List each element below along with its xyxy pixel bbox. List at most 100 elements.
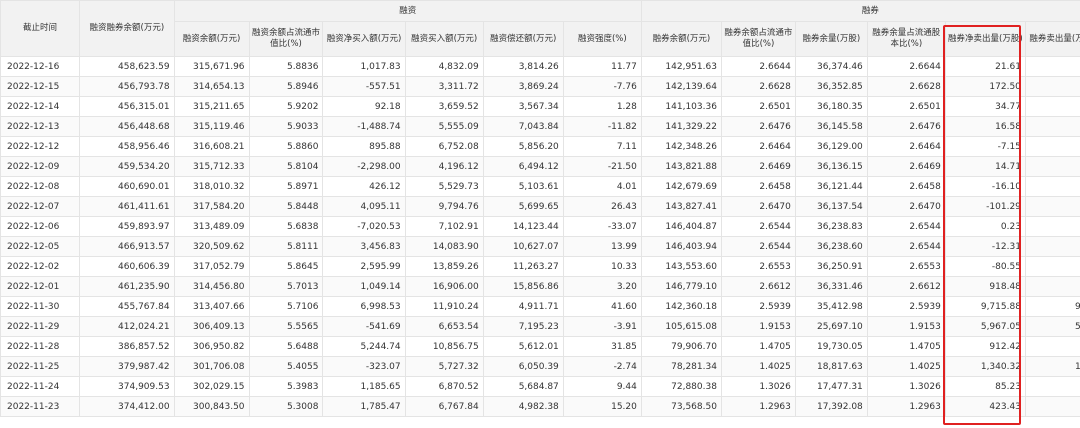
margin-trading-table: 截止时间 融资融券余额(万元) 融资 融券 融资余额(万元) 融资余额占流通市值比… bbox=[0, 0, 1080, 417]
date-cell: 2022-11-29 bbox=[0, 316, 81, 337]
value-cell: 1,049.14 bbox=[322, 276, 406, 297]
value-cell: 1.4025 bbox=[866, 356, 946, 377]
value-cell: 0.23 bbox=[944, 216, 1026, 237]
value-cell: -7,020.53 bbox=[322, 216, 406, 237]
column-header[interactable]: 融资净买入额(万元) bbox=[322, 21, 406, 57]
value-cell: 2.6476 bbox=[866, 116, 946, 137]
value-cell: 6,870.52 bbox=[404, 376, 484, 397]
value-cell: 1,185.65 bbox=[322, 376, 406, 397]
value-cell: 2.6544 bbox=[866, 216, 946, 237]
value-cell: 5.5565 bbox=[248, 316, 324, 337]
value-cell: 2.6464 bbox=[866, 136, 946, 157]
value-cell: 7,195.23 bbox=[482, 316, 564, 337]
value-cell: 2,595.99 bbox=[322, 256, 406, 277]
value-cell: 2.6612 bbox=[866, 276, 946, 297]
value-cell: 5.8448 bbox=[248, 196, 324, 217]
date-cell: 2022-12-06 bbox=[0, 216, 81, 237]
value-cell: 6,752.08 bbox=[404, 136, 484, 157]
column-header[interactable]: 融资买入额(万元) bbox=[404, 21, 484, 57]
value-cell: 5,99 bbox=[1024, 316, 1080, 337]
value-cell: 5,612.01 bbox=[482, 336, 564, 357]
value-cell: -7.15 bbox=[944, 136, 1026, 157]
value-cell: 36,250.91 bbox=[794, 256, 868, 277]
value-cell: 41.60 bbox=[562, 296, 642, 317]
value-cell: 3 bbox=[1024, 96, 1080, 117]
header-date[interactable]: 截止时间 bbox=[0, 0, 81, 57]
value-cell: 456,448.68 bbox=[79, 116, 175, 137]
value-cell: 456,793.78 bbox=[79, 76, 175, 97]
value-cell: 315,671.96 bbox=[173, 56, 250, 77]
value-cell: 14,123.44 bbox=[482, 216, 564, 237]
value-cell: 36,374.46 bbox=[794, 56, 868, 77]
value-cell: 313,489.09 bbox=[173, 216, 250, 237]
column-header[interactable]: 融券余量(万股) bbox=[794, 21, 868, 57]
value-cell: 5.7106 bbox=[248, 296, 324, 317]
value-cell: 314,654.13 bbox=[173, 76, 250, 97]
value-cell: 2.6644 bbox=[866, 56, 946, 77]
value-cell: 5.8860 bbox=[248, 136, 324, 157]
value-cell: 36,137.54 bbox=[794, 196, 868, 217]
column-header[interactable]: 融资偿还额(万元) bbox=[482, 21, 564, 57]
value-cell: 36,129.00 bbox=[794, 136, 868, 157]
value-cell: 460,606.39 bbox=[79, 256, 175, 277]
value-cell: 5,555.09 bbox=[404, 116, 484, 137]
column-header[interactable]: 融券卖出量(万股) bbox=[1024, 21, 1080, 57]
value-cell: 2 bbox=[1024, 116, 1080, 137]
value-cell: 315,119.46 bbox=[173, 116, 250, 137]
value-cell: 16.58 bbox=[944, 116, 1026, 137]
table-row: 2022-11-28 386,857.52 306,950.82 5.6488 5,24… bbox=[0, 336, 1080, 357]
value-cell: 301,706.08 bbox=[173, 356, 250, 377]
date-cell: 2022-11-25 bbox=[0, 356, 81, 377]
date-cell: 2022-12-07 bbox=[0, 196, 81, 217]
value-cell: 459,534.20 bbox=[79, 156, 175, 177]
value-cell: -323.07 bbox=[322, 356, 406, 377]
value-cell: 5.8946 bbox=[248, 76, 324, 97]
value-cell: 5,684.87 bbox=[482, 376, 564, 397]
value-cell: 143,821.88 bbox=[640, 156, 722, 177]
value-cell: 1.4705 bbox=[720, 336, 796, 357]
value-cell: 2.6544 bbox=[720, 216, 796, 237]
value-cell: 5,727.32 bbox=[404, 356, 484, 377]
value-cell: 11,263.27 bbox=[482, 256, 564, 277]
date-cell: 2022-11-24 bbox=[0, 376, 81, 397]
value-cell: 85.23 bbox=[944, 376, 1026, 397]
value-cell: 146,779.10 bbox=[640, 276, 722, 297]
value-cell: 35,412.98 bbox=[794, 296, 868, 317]
table-row: 2022-12-06 459,893.97 313,489.09 5.6838 -7,0… bbox=[0, 216, 1080, 237]
column-header[interactable]: 融券余额(万元) bbox=[640, 21, 722, 57]
value-cell: 458,956.46 bbox=[79, 136, 175, 157]
column-header[interactable]: 融券余量占流通股本比(%) bbox=[866, 21, 946, 57]
column-header[interactable]: 融资强度(%) bbox=[562, 21, 642, 57]
value-cell: 13.99 bbox=[562, 236, 642, 257]
value-cell: 1.4705 bbox=[866, 336, 946, 357]
value-cell: 912.42 bbox=[944, 336, 1026, 357]
value-cell: 5,529.73 bbox=[404, 176, 484, 197]
value-cell: 895.88 bbox=[322, 136, 406, 157]
header-total-balance[interactable]: 融资融券余额(万元) bbox=[79, 0, 175, 57]
value-cell: 11.77 bbox=[562, 56, 642, 77]
table-row: 2022-12-16 458,623.59 315,671.96 5.8836 1,01… bbox=[0, 56, 1080, 77]
value-cell: 315,712.33 bbox=[173, 156, 250, 177]
value-cell: 2 bbox=[1024, 56, 1080, 77]
column-header[interactable]: 融券净卖出量(万股) bbox=[944, 21, 1026, 57]
value-cell: 1 bbox=[1024, 136, 1080, 157]
value-cell: 315,211.65 bbox=[173, 96, 250, 117]
column-header[interactable]: 融券余额占流通市值比(%) bbox=[720, 21, 796, 57]
value-cell: 10.33 bbox=[562, 256, 642, 277]
value-cell: 50 bbox=[1024, 396, 1080, 417]
value-cell: 9,715.88 bbox=[944, 296, 1026, 317]
value-cell: 7,043.84 bbox=[482, 116, 564, 137]
value-cell: 2.6501 bbox=[720, 96, 796, 117]
value-cell: 142,951.63 bbox=[640, 56, 722, 77]
table-row: 2022-12-15 456,793.78 314,654.13 5.8946 -557… bbox=[0, 76, 1080, 97]
column-header[interactable]: 融资余额占流通市值比(%) bbox=[248, 21, 324, 57]
value-cell: 2.6458 bbox=[720, 176, 796, 197]
value-cell: -101.29 bbox=[944, 196, 1026, 217]
value-cell: 2.5939 bbox=[866, 296, 946, 317]
value-cell: 1.28 bbox=[562, 96, 642, 117]
value-cell: 17 bbox=[1024, 76, 1080, 97]
value-cell: 2.5939 bbox=[720, 296, 796, 317]
value-cell: 1.3026 bbox=[866, 376, 946, 397]
value-cell: 1.9153 bbox=[866, 316, 946, 337]
column-header[interactable]: 融资余额(万元) bbox=[173, 21, 250, 57]
